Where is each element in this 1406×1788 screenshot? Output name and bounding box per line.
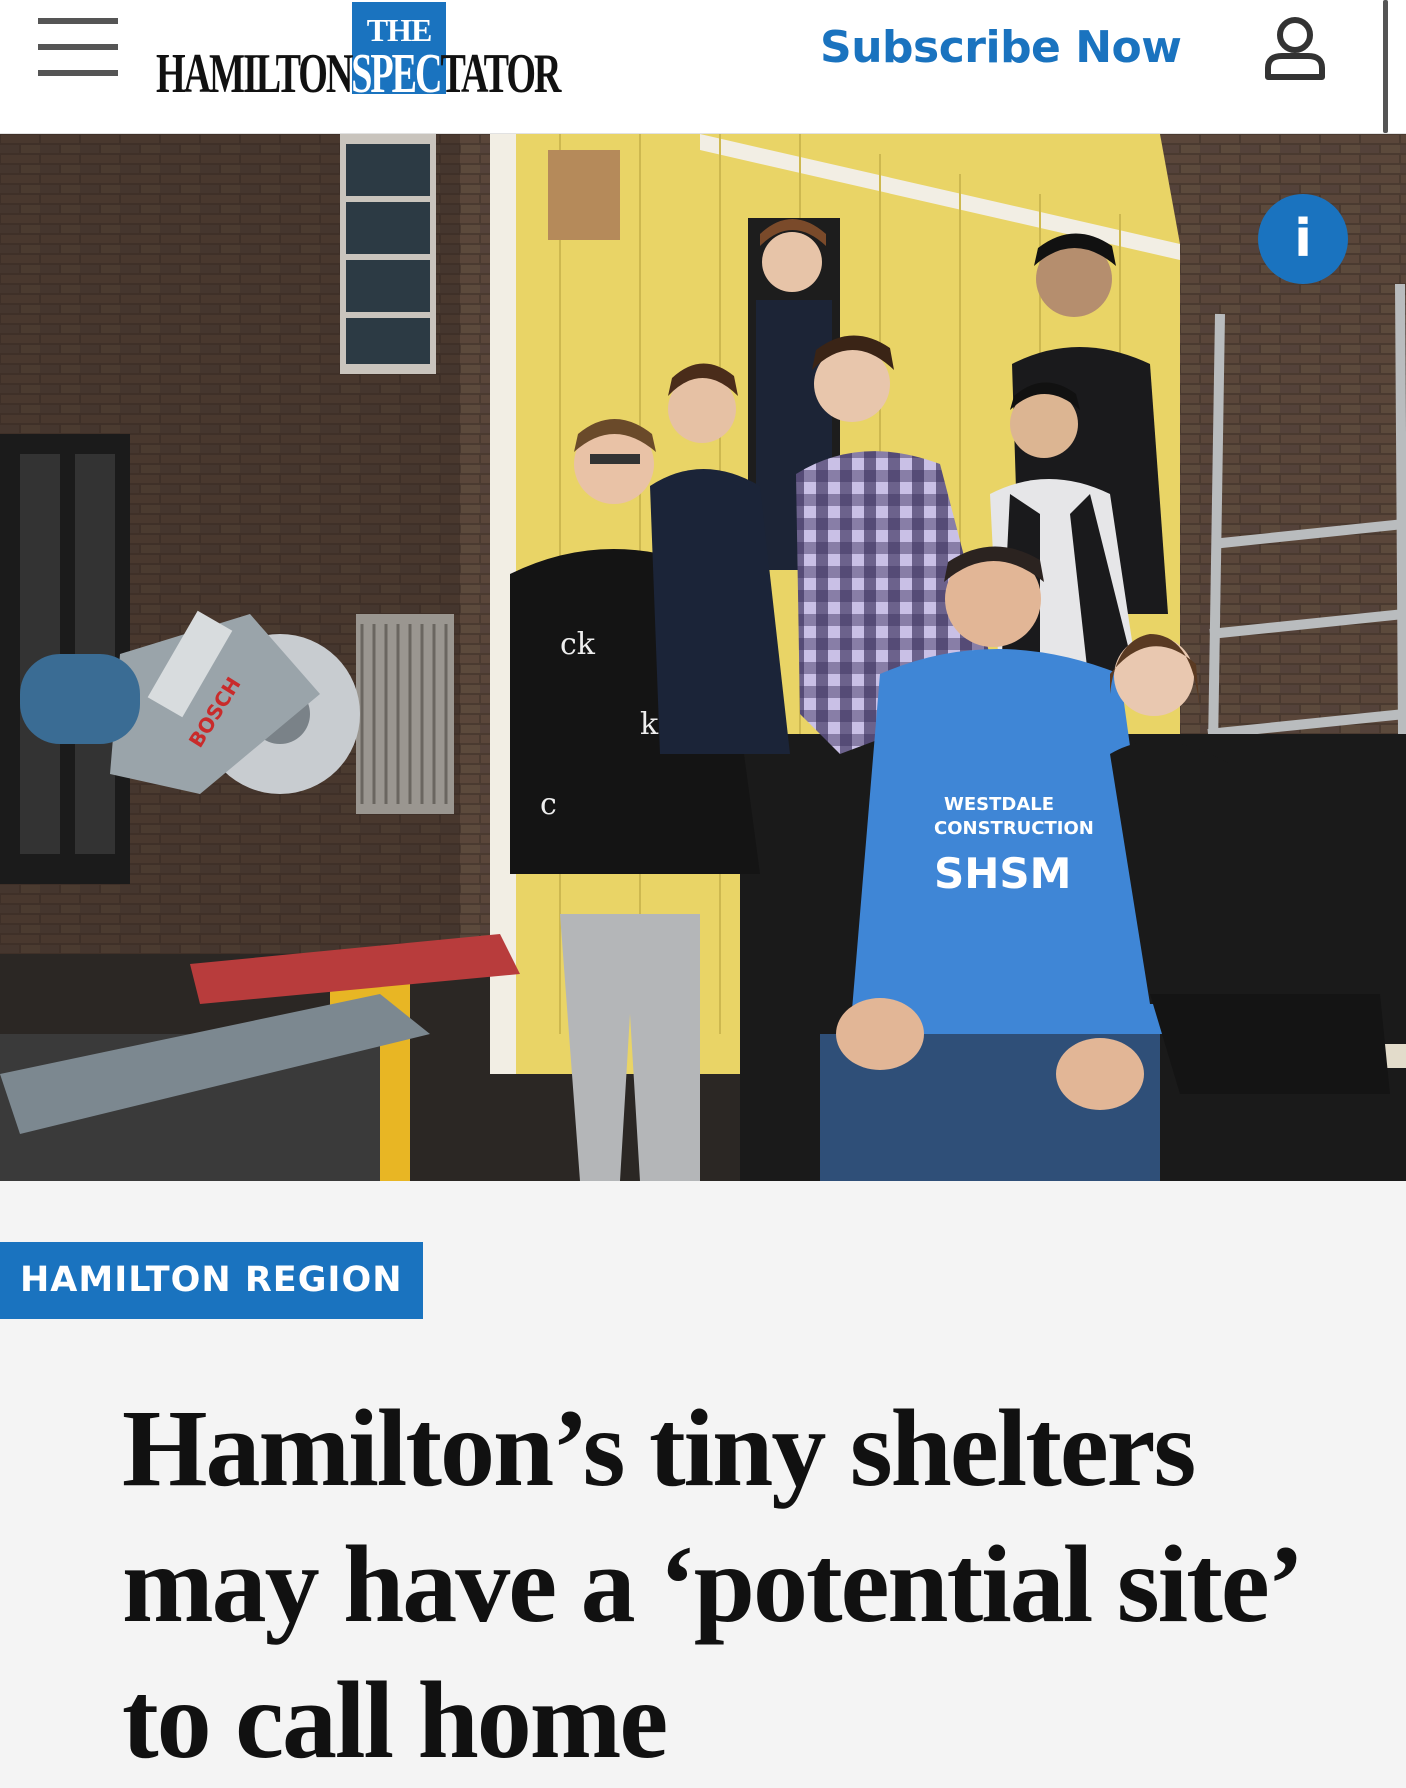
scrollbar[interactable]	[1383, 0, 1388, 133]
svg-text:k: k	[640, 707, 659, 742]
logo-word-hamilton: HAMILTON	[156, 43, 353, 105]
hoodie-text-line2: CONSTRUCTION	[934, 818, 1094, 839]
site-header: THE HAMILTONSPECTATOR Subscribe Now	[0, 0, 1406, 134]
hero-photo: BOSCH ck k c WESTDALE CONSTRUCTION SHSM	[0, 134, 1406, 1181]
user-account-icon[interactable]	[1260, 14, 1330, 80]
menu-bar	[38, 44, 118, 50]
hamburger-menu-icon[interactable]	[36, 18, 120, 78]
svg-text:ck: ck	[560, 627, 596, 662]
hoodie-text-line1: WESTDALE	[944, 794, 1054, 815]
menu-bar	[38, 70, 118, 76]
subscribe-button[interactable]: Subscribe Now	[820, 22, 1182, 73]
menu-bar	[38, 18, 118, 24]
logo-wordmark: HAMILTONSPECTATOR	[156, 43, 561, 105]
article-headline[interactable]: Hamilton’s tiny shelters may have a ‘pot…	[122, 1380, 1352, 1788]
info-icon[interactable]: i	[1258, 194, 1348, 284]
svg-text:c: c	[540, 787, 557, 822]
category-tag[interactable]: HAMILTON REGION	[0, 1242, 423, 1319]
logo-word-tator: TATOR	[440, 43, 561, 105]
site-logo[interactable]: THE HAMILTONSPECTATOR	[156, 2, 566, 102]
hoodie-logo-text: SHSM	[934, 849, 1071, 898]
logo-word-spec: SPEC	[351, 43, 442, 105]
info-icon-glyph: i	[1294, 209, 1312, 269]
